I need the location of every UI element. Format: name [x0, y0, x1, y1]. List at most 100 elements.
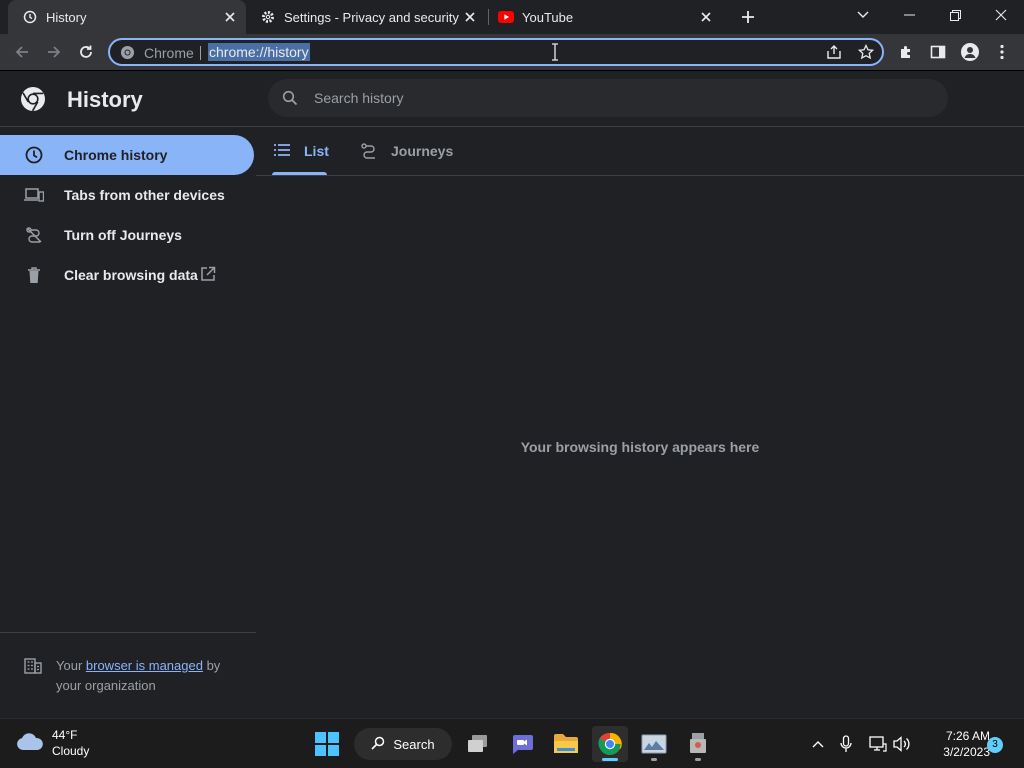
tab-label: Journeys	[391, 143, 454, 159]
taskbar-search-button[interactable]: Search	[354, 728, 452, 760]
address-bar[interactable]: Chrome chrome://history	[108, 38, 884, 66]
sidebar-divider	[0, 632, 256, 633]
sidebar-item-chrome-history[interactable]: Chrome history	[0, 135, 254, 175]
restore-button[interactable]	[932, 0, 978, 30]
tab-settings[interactable]: Settings - Privacy and security	[254, 0, 486, 34]
share-icon[interactable]	[826, 44, 844, 62]
speaker-icon	[893, 736, 910, 752]
gear-icon	[260, 9, 276, 25]
weather-temp: 44°F	[52, 728, 78, 742]
show-hidden-icons-button[interactable]	[808, 734, 828, 754]
history-header: History	[0, 71, 1024, 127]
task-view-button[interactable]	[460, 726, 496, 762]
weather-condition: Cloudy	[52, 744, 90, 758]
page-title: History	[67, 87, 143, 112]
chrome-logo-icon	[20, 86, 46, 112]
volume-button[interactable]	[892, 734, 912, 754]
close-icon	[995, 9, 1007, 21]
tab-title: Settings - Privacy and security	[284, 9, 459, 25]
running-indicator	[695, 758, 701, 761]
external-link-icon	[200, 266, 218, 284]
search-icon	[282, 90, 298, 106]
bookmark-star-icon[interactable]	[857, 43, 876, 62]
tab-title: YouTube	[522, 9, 574, 25]
history-sidebar: Chrome history Tabs from other devices T…	[0, 127, 256, 718]
puzzle-icon	[901, 46, 910, 58]
microphone-button[interactable]	[836, 734, 856, 754]
image-viewer-button[interactable]	[636, 726, 672, 762]
photos-icon	[641, 734, 667, 754]
network-button[interactable]	[868, 734, 888, 754]
search-label: Search	[393, 736, 435, 752]
tab-youtube[interactable]: YouTube	[492, 0, 722, 34]
reload-icon	[80, 45, 92, 58]
side-panel-button[interactable]	[925, 39, 951, 65]
tab-strip: History Settings - Privacy and security …	[0, 0, 1024, 34]
new-tab-button[interactable]	[735, 4, 761, 30]
journeys-icon	[360, 142, 378, 160]
journeys-off-icon	[24, 225, 44, 245]
sidebar-item-label: Turn off Journeys	[64, 227, 182, 243]
history-icon	[22, 9, 38, 25]
app-taskbar-button[interactable]	[680, 726, 716, 762]
empty-history-message: Your browsing history appears here	[520, 439, 760, 455]
close-window-button[interactable]	[978, 0, 1024, 30]
close-icon[interactable]	[222, 9, 238, 25]
file-explorer-button[interactable]	[548, 726, 584, 762]
back-button[interactable]	[9, 39, 35, 65]
person-icon	[961, 43, 979, 61]
search-input[interactable]	[314, 87, 914, 109]
sidebar-item-label: Clear browsing data	[64, 267, 198, 283]
extensions-button[interactable]	[893, 39, 919, 65]
chevron-down-icon	[857, 11, 869, 18]
text-cursor-icon	[550, 43, 562, 63]
menu-button[interactable]	[989, 39, 1015, 65]
managed-notice: Your browser is managed by your organiza…	[56, 656, 246, 696]
tab-separator	[488, 9, 489, 25]
start-button[interactable]	[309, 726, 345, 762]
teams-chat-button[interactable]	[504, 726, 540, 762]
notification-badge[interactable]: 3	[987, 737, 1003, 753]
running-indicator	[651, 758, 657, 761]
close-icon[interactable]	[462, 9, 478, 25]
arrow-right-icon	[48, 46, 61, 58]
profile-button[interactable]	[957, 39, 983, 65]
tab-history[interactable]: History	[8, 0, 246, 34]
forward-button[interactable]	[41, 39, 67, 65]
task-view-icon	[468, 735, 487, 752]
sidebar-item-clear-browsing-data[interactable]: Clear browsing data	[0, 255, 254, 295]
network-icon	[869, 736, 887, 752]
url-text[interactable]: chrome://history	[208, 43, 310, 61]
site-label: Chrome	[144, 45, 194, 61]
windows-taskbar: 44°F Cloudy Search 7:26 AM 3/2/2023 3	[0, 718, 1024, 768]
microphone-icon	[840, 735, 852, 752]
minimize-icon	[903, 14, 915, 16]
kebab-menu-icon	[1000, 44, 1004, 60]
side-panel-icon	[930, 45, 946, 59]
reload-button[interactable]	[73, 39, 99, 65]
search-history-box[interactable]	[268, 79, 948, 117]
folder-icon	[554, 734, 578, 753]
sidebar-item-label: Tabs from other devices	[64, 187, 225, 203]
weather-widget[interactable]: 44°F Cloudy	[16, 727, 89, 759]
arrow-left-icon	[15, 46, 28, 58]
minimize-button[interactable]	[886, 0, 932, 30]
tab-search-button[interactable]	[840, 0, 886, 30]
chrome-taskbar-button[interactable]	[592, 726, 628, 762]
restore-icon	[949, 9, 961, 21]
taskbar-clock[interactable]: 7:26 AM 3/2/2023	[920, 728, 990, 760]
clock-date: 3/2/2023	[943, 745, 990, 759]
sidebar-item-other-devices[interactable]: Tabs from other devices	[0, 175, 254, 215]
omnibox-divider	[200, 46, 201, 60]
cloud-icon	[16, 733, 46, 753]
tab-list[interactable]: List	[274, 127, 329, 175]
tab-journeys[interactable]: Journeys	[360, 127, 453, 175]
chevron-up-icon	[812, 741, 824, 748]
sidebar-item-turn-off-journeys[interactable]: Turn off Journeys	[0, 215, 254, 255]
browser-managed-link[interactable]: browser is managed	[86, 658, 203, 673]
managed-prefix: Your	[56, 658, 86, 673]
clock-time: 7:26 AM	[945, 729, 990, 743]
chrome-icon	[120, 45, 136, 61]
close-icon[interactable]	[698, 9, 714, 25]
list-icon	[274, 144, 290, 158]
